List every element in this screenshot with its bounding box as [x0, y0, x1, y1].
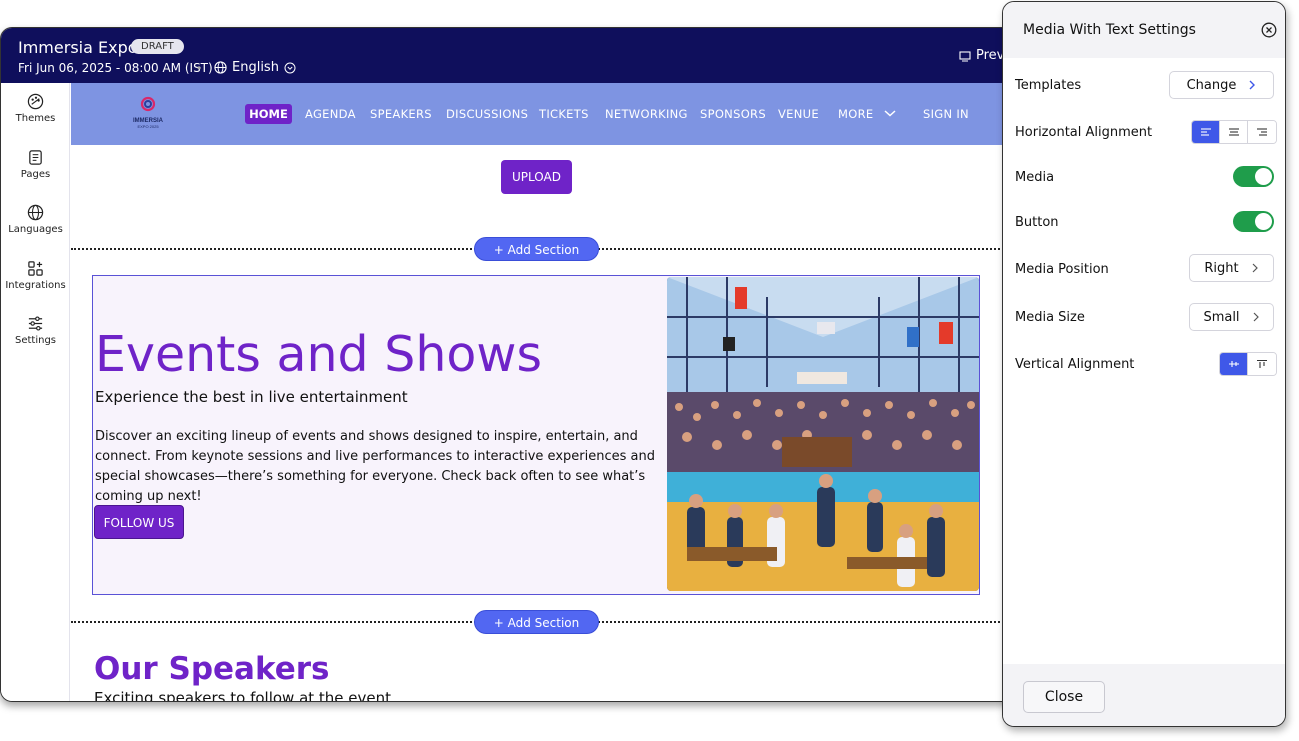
align-left-button[interactable]	[1192, 121, 1220, 143]
nav-item-sponsors[interactable]: SPONSORS	[700, 107, 766, 121]
add-section-button[interactable]: + Add Section	[474, 237, 599, 261]
align-left-icon	[1200, 128, 1211, 136]
align-center-button[interactable]	[1220, 121, 1248, 143]
sidebar-item-label: Settings	[14, 335, 56, 346]
toggle-knob	[1255, 168, 1272, 185]
nav-more-label: MORE	[838, 107, 874, 121]
chevron-right-icon	[1249, 80, 1256, 90]
media-size-value: Small	[1203, 309, 1240, 325]
settings-panel: Media With Text Settings Templates Chang…	[1002, 1, 1286, 727]
nav-item-speakers[interactable]: SPEAKERS	[370, 107, 432, 121]
media-position-button[interactable]: Right	[1189, 254, 1274, 282]
align-top-icon	[1257, 359, 1267, 368]
preview-button[interactable]: Prev	[959, 48, 1004, 63]
close-button[interactable]: Close	[1023, 681, 1105, 713]
media-label: Media	[1015, 170, 1055, 185]
editor-window: Immersia Expo DRAFT Fri Jun 06, 2025 - 0…	[0, 27, 1030, 702]
section-body: Discover an exciting lineup of events an…	[95, 429, 655, 504]
event-date: Fri Jun 06, 2025 - 08:00 AM (IST)	[18, 61, 213, 75]
preview-icon	[959, 50, 971, 62]
follow-us-button[interactable]: FOLLOW US	[94, 505, 184, 539]
chevron-right-icon	[1253, 312, 1259, 322]
templates-change-button[interactable]: Change	[1169, 71, 1274, 99]
vertical-alignment-label: Vertical Alignment	[1015, 357, 1135, 372]
media-position-label: Media Position	[1015, 262, 1109, 277]
align-middle-icon	[1228, 361, 1239, 367]
align-top-button[interactable]	[1248, 353, 1276, 375]
left-sidebar: Themes Pages Languages Integrations Sett…	[1, 83, 70, 701]
media-size-button[interactable]: Small	[1189, 303, 1274, 331]
chevron-down-icon	[884, 110, 896, 117]
panel-footer: Close	[1003, 664, 1285, 726]
language-selector[interactable]: English	[214, 60, 296, 75]
speakers-heading: Our Speakers	[94, 651, 330, 687]
nav-item-discussions[interactable]: DISCUSSIONS	[446, 107, 528, 121]
vertical-alignment-toggle	[1219, 352, 1277, 376]
palette-icon	[27, 93, 44, 110]
media-position-value: Right	[1204, 260, 1239, 276]
sidebar-item-themes[interactable]: Themes	[1, 93, 70, 124]
chevron-down-icon	[284, 62, 296, 73]
horizontal-alignment-toggle	[1191, 120, 1277, 144]
media-with-text-section[interactable]: Events and Shows Experience the best in …	[92, 275, 980, 595]
separator-dot: •	[197, 61, 202, 75]
language-label: English	[232, 60, 279, 75]
top-bar: Immersia Expo DRAFT Fri Jun 06, 2025 - 0…	[1, 28, 1029, 83]
nav-item-home[interactable]: HOME	[245, 104, 292, 124]
site-logo[interactable]: IMMERSIA EXPO 2025	[128, 96, 168, 129]
templates-change-label: Change	[1186, 77, 1237, 93]
media-size-label: Media Size	[1015, 310, 1085, 325]
align-right-button[interactable]	[1248, 121, 1276, 143]
align-center-icon	[1228, 128, 1239, 136]
site-navigation: IMMERSIA EXPO 2025 HOME AGENDA SPEAKERS …	[71, 83, 1029, 145]
section-media-image[interactable]	[667, 277, 979, 591]
nav-item-more[interactable]: MORE	[838, 107, 897, 121]
close-icon[interactable]	[1261, 22, 1277, 38]
align-right-icon	[1257, 128, 1267, 136]
sidebar-item-label: Languages	[8, 224, 63, 235]
upload-button[interactable]: UPLOAD	[501, 160, 572, 194]
button-label: Button	[1015, 215, 1059, 230]
nav-item-venue[interactable]: VENUE	[778, 107, 819, 121]
chevron-right-icon	[1252, 263, 1258, 273]
preview-label: Prev	[976, 48, 1005, 63]
panel-title: Media With Text Settings	[1023, 22, 1196, 38]
nav-item-tickets[interactable]: TICKETS	[539, 107, 589, 121]
globe-icon	[214, 61, 227, 74]
nav-item-sign-in[interactable]: SIGN IN	[923, 107, 969, 121]
event-title: Immersia Expo	[18, 38, 138, 57]
page-canvas: IMMERSIA EXPO 2025 HOME AGENDA SPEAKERS …	[71, 83, 1029, 702]
templates-label: Templates	[1015, 78, 1082, 93]
speakers-subheading: Exciting speakers to follow at the event	[94, 689, 392, 702]
sidebar-item-integrations[interactable]: Integrations	[1, 260, 70, 291]
pages-icon	[29, 150, 42, 165]
status-badge: DRAFT	[131, 39, 184, 54]
section-subheading: Experience the best in live entertainmen…	[95, 388, 408, 406]
sidebar-item-label: Themes	[15, 113, 56, 124]
horizontal-alignment-label: Horizontal Alignment	[1015, 125, 1153, 140]
logo-mark-icon	[140, 96, 156, 112]
media-toggle[interactable]	[1233, 166, 1274, 187]
nav-item-agenda[interactable]: AGENDA	[305, 107, 356, 121]
integrations-icon	[28, 261, 43, 276]
sidebar-item-settings[interactable]: Settings	[1, 315, 70, 346]
nav-item-networking[interactable]: NETWORKING	[605, 107, 688, 121]
button-toggle[interactable]	[1233, 211, 1274, 232]
sidebar-item-label: Integrations	[5, 280, 66, 291]
event-crowd-illustration	[667, 277, 979, 591]
sidebar-item-pages[interactable]: Pages	[1, 149, 70, 180]
sidebar-item-label: Pages	[20, 169, 51, 180]
add-section-button[interactable]: + Add Section	[474, 610, 599, 634]
sliders-icon	[28, 316, 43, 331]
section-heading: Events and Shows	[95, 326, 542, 383]
panel-header: Media With Text Settings	[1003, 2, 1285, 58]
globe-icon	[27, 204, 44, 221]
toggle-knob	[1255, 213, 1272, 230]
align-middle-button[interactable]	[1220, 353, 1248, 375]
logo-subtext: EXPO 2025	[137, 124, 159, 129]
sidebar-item-languages[interactable]: Languages	[1, 204, 70, 235]
